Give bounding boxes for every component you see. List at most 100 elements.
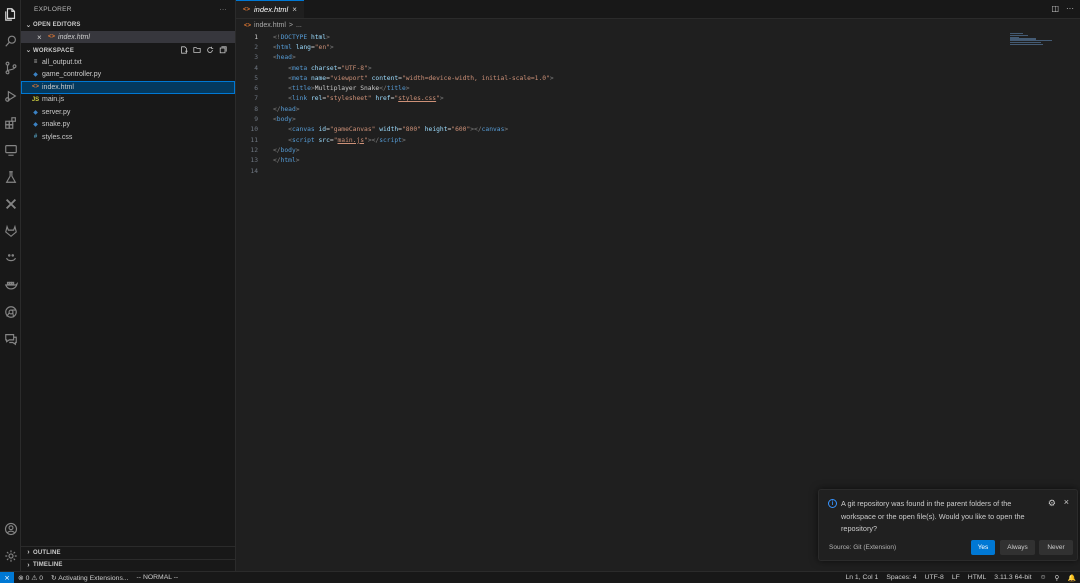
explorer-header: EXPLORER ··· <box>21 0 235 19</box>
code-line[interactable]: 8 </head> <box>236 104 1080 114</box>
close-icon[interactable]: × <box>37 33 46 42</box>
open-editors-section[interactable]: ⌄ OPEN EDITORS <box>21 19 235 31</box>
manage-gear-icon[interactable] <box>3 548 18 563</box>
timeline-section[interactable]: › TIMELINE <box>21 558 235 572</box>
git-repository-notification: i A git repository was found in the pare… <box>818 489 1078 561</box>
line-number: 1 <box>254 33 258 41</box>
remote-indicator-icon[interactable]: ⨯ <box>0 571 14 583</box>
line-number: 5 <box>254 74 258 82</box>
notifications-bell-icon[interactable]: 🔔 <box>1064 574 1080 582</box>
activity-status: ↻ Activating Extensions... <box>47 574 133 582</box>
new-folder-icon[interactable] <box>192 46 201 55</box>
file-item[interactable]: ≡ all_output.txt <box>21 56 235 69</box>
code-line[interactable]: 1 <!DOCTYPE html> <box>236 32 1080 42</box>
code-line[interactable]: 3 <head> <box>236 53 1080 63</box>
source-control-icon[interactable] <box>3 60 18 75</box>
python-interpreter[interactable]: 3.11.3 64-bit <box>990 574 1035 581</box>
code-line[interactable]: 11 <script src="main.js"></script> <box>236 135 1080 145</box>
file-item[interactable]: # styles.css <box>21 131 235 144</box>
warning-icon: ⚠ <box>31 574 38 582</box>
notification-close-icon[interactable]: × <box>1064 497 1069 507</box>
file-item[interactable]: ◆ game_controller.py <box>21 69 235 82</box>
code-line[interactable]: 6 <title>Multiplayer Snake</title> <box>236 83 1080 93</box>
code-line[interactable]: 10 <canvas id="gameCanvas" width="800" h… <box>236 125 1080 135</box>
account-icon[interactable] <box>3 521 18 536</box>
yes-button[interactable]: Yes <box>971 540 995 555</box>
code-editor[interactable]: 1 <!DOCTYPE html> 2 <html lang="en"> 3 <head>… <box>236 32 1080 176</box>
notification-settings-gear-icon[interactable]: ⚙ <box>1048 498 1056 509</box>
indentation[interactable]: Spaces: 4 <box>882 574 920 581</box>
language-mode[interactable]: HTML <box>964 574 991 581</box>
code-line[interactable]: 9 <body> <box>236 114 1080 124</box>
sync-icon: ↻ <box>51 574 57 582</box>
chevron-right-icon: › <box>27 549 30 557</box>
always-button[interactable]: Always <box>1000 540 1035 555</box>
copilot-icon[interactable]: ☺ <box>1036 574 1051 581</box>
chrome-icon[interactable] <box>3 304 18 319</box>
error-count: 0 <box>25 574 30 582</box>
run-debug-icon[interactable] <box>3 88 18 103</box>
more-actions-icon[interactable]: ··· <box>1066 4 1074 13</box>
encoding[interactable]: UTF-8 <box>921 574 948 581</box>
remote-explorer-icon[interactable] <box>3 142 18 157</box>
line-number: 6 <box>254 85 258 93</box>
code-line[interactable]: 13 </html> <box>236 156 1080 166</box>
split-editor-icon[interactable]: ◫ <box>1051 4 1059 13</box>
activity-bar <box>0 0 21 571</box>
file-type-icon: <> <box>31 84 39 91</box>
file-item[interactable]: ◆ server.py <box>21 106 235 119</box>
file-item[interactable]: ◆ snake.py <box>21 119 235 132</box>
open-editor-item[interactable]: × <> index.html <box>21 31 235 43</box>
code-line[interactable]: 14 <box>236 166 1080 176</box>
smile-extension-icon[interactable] <box>3 250 18 265</box>
file-name: game_controller.py <box>42 71 102 79</box>
breadcrumb-file[interactable]: index.html <box>254 22 286 29</box>
testing-flask-icon[interactable] <box>3 169 18 184</box>
end-of-line[interactable]: LF <box>948 574 964 581</box>
never-button[interactable]: Never <box>1039 540 1073 555</box>
workspace-file-list: ≡ all_output.txt ◆ game_controller.py <> inde… <box>21 56 235 144</box>
file-type-icon: ◆ <box>33 72 38 79</box>
html-file-icon: <> <box>244 22 252 29</box>
collapse-all-icon[interactable] <box>218 46 227 55</box>
chevron-down-icon: ⌄ <box>25 22 32 29</box>
feedback-icon[interactable]: ⚲ <box>1051 574 1064 582</box>
breadcrumb: <> index.html > ... <box>236 19 1080 32</box>
file-item[interactable]: JS main.js <box>21 94 235 107</box>
breadcrumb-rest[interactable]: ... <box>296 22 302 29</box>
explorer-sidebar: EXPLORER ··· ⌄ OPEN EDITORS × <> index.h… <box>21 0 236 571</box>
error-icon: ⊗ <box>18 574 24 582</box>
minimap[interactable] <box>1010 33 1054 49</box>
line-text: <canvas id="gameCanvas" width="800" heig… <box>288 126 509 134</box>
file-type-icon: JS <box>31 96 40 103</box>
extensions-icon[interactable] <box>3 115 18 130</box>
problems-indicator[interactable]: ⊗ 0 ⚠ 0 <box>14 574 47 582</box>
more-actions-icon[interactable]: ··· <box>220 6 227 13</box>
code-line[interactable]: 7 <link rel="stylesheet" href="styles.cs… <box>236 94 1080 104</box>
code-line[interactable]: 5 <meta name="viewport" content="width=d… <box>236 73 1080 83</box>
file-item[interactable]: <> index.html <box>21 81 235 94</box>
cursor-position[interactable]: Ln 1, Col 1 <box>841 574 882 581</box>
code-line[interactable]: 12 </body> <box>236 145 1080 155</box>
refresh-icon[interactable] <box>205 46 214 55</box>
notification-source: Source: Git (Extension) <box>829 544 897 551</box>
line-text: </body> <box>273 146 300 154</box>
outline-section[interactable]: › OUTLINE <box>21 546 235 559</box>
new-file-icon[interactable] <box>179 46 188 55</box>
gitlab-icon[interactable] <box>3 223 18 238</box>
explorer-files-icon[interactable] <box>3 6 18 21</box>
close-tab-icon[interactable]: × <box>292 5 297 14</box>
vim-mode: -- NORMAL -- <box>136 574 179 581</box>
file-type-icon: ◆ <box>33 109 38 116</box>
workspace-section[interactable]: ⌄WORKSPACE <box>21 44 235 56</box>
x-extension-icon[interactable] <box>3 196 18 211</box>
code-line[interactable]: 4 <meta charset="UTF-8"> <box>236 63 1080 73</box>
chat-icon[interactable] <box>3 331 18 346</box>
docker-icon[interactable] <box>3 277 18 292</box>
code-line[interactable]: 2 <html lang="en"> <box>236 42 1080 52</box>
tab-index-html[interactable]: <> index.html × <box>236 0 304 18</box>
file-name: main.js <box>42 96 65 104</box>
explorer-title: EXPLORER <box>34 6 72 13</box>
search-icon[interactable] <box>3 33 18 48</box>
html-file-icon: <> <box>48 34 56 40</box>
